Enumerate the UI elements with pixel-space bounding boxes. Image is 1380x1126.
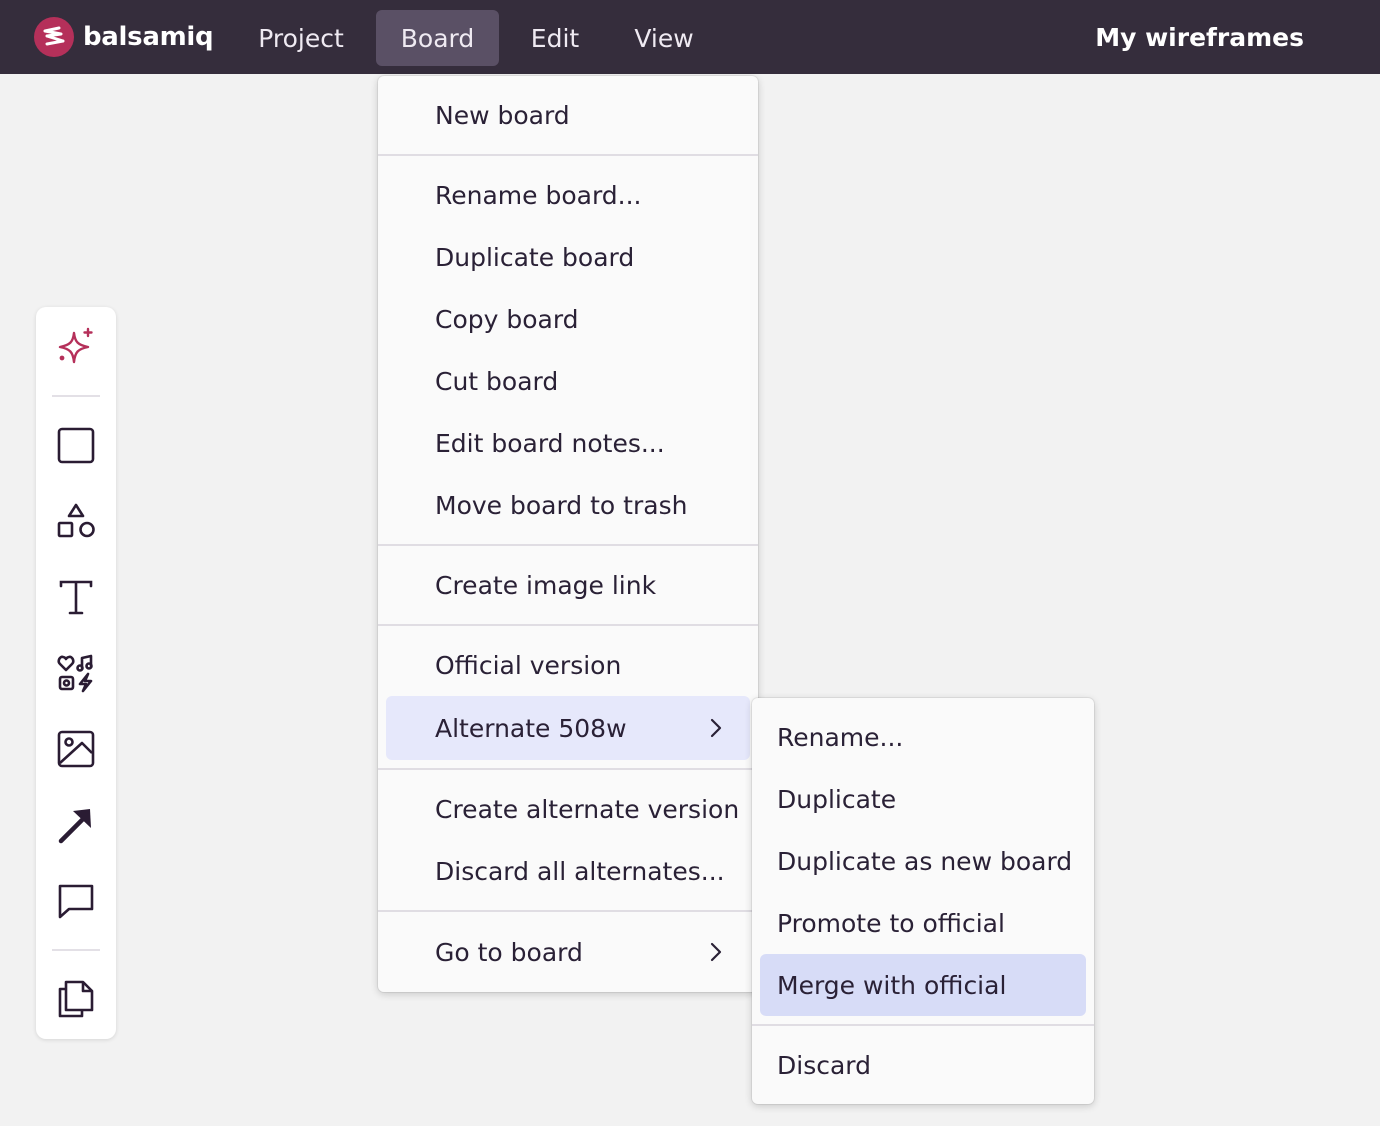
menu-item-cut-board[interactable]: Cut board bbox=[378, 353, 758, 409]
menu-separator bbox=[752, 1024, 1094, 1026]
icons-library-icon[interactable] bbox=[52, 649, 100, 697]
menu-item-move-to-trash[interactable]: Move board to trash bbox=[378, 477, 758, 533]
balsamiq-logo-icon bbox=[34, 17, 74, 57]
brand[interactable]: balsamiq bbox=[34, 17, 214, 57]
menu-item-go-to-board[interactable]: Go to board bbox=[378, 924, 758, 980]
submenu-item-discard[interactable]: Discard bbox=[752, 1037, 1094, 1093]
menu-board[interactable]: Board bbox=[376, 10, 499, 66]
copy-pages-icon[interactable] bbox=[52, 975, 100, 1023]
menu-project[interactable]: Project bbox=[240, 10, 362, 66]
brand-name: balsamiq bbox=[83, 22, 214, 52]
menu-item-duplicate-board[interactable]: Duplicate board bbox=[378, 229, 758, 285]
submenu-item-merge-with-official[interactable]: Merge with official bbox=[760, 954, 1086, 1016]
chevron-right-icon bbox=[710, 942, 722, 962]
submenu-item-duplicate-as-new-board[interactable]: Duplicate as new board bbox=[752, 833, 1094, 889]
menu-separator bbox=[378, 768, 758, 770]
menu-separator bbox=[378, 544, 758, 546]
menu-separator bbox=[378, 154, 758, 156]
chevron-right-icon bbox=[710, 718, 722, 738]
menu-item-rename-board[interactable]: Rename board... bbox=[378, 167, 758, 223]
menu-item-alternate[interactable]: Alternate 508w bbox=[386, 696, 750, 760]
menu-separator bbox=[378, 910, 758, 912]
top-menu-bar: balsamiq Project Board Edit View My wire… bbox=[0, 0, 1380, 74]
image-icon[interactable] bbox=[52, 725, 100, 773]
submenu-item-rename[interactable]: Rename... bbox=[752, 709, 1094, 765]
menu-view[interactable]: View bbox=[612, 10, 716, 66]
my-wireframes-link[interactable]: My wireframes bbox=[1095, 17, 1304, 57]
menu-item-edit-board-notes[interactable]: Edit board notes... bbox=[378, 415, 758, 471]
submenu-item-promote-to-official[interactable]: Promote to official bbox=[752, 895, 1094, 951]
toolbar-separator bbox=[52, 949, 100, 951]
arrow-icon[interactable] bbox=[52, 801, 100, 849]
rectangle-icon[interactable] bbox=[52, 421, 100, 469]
menu-item-create-image-link[interactable]: Create image link bbox=[378, 557, 758, 613]
toolbar-separator bbox=[52, 395, 100, 397]
board-menu: New board Rename board... Duplicate boar… bbox=[378, 76, 758, 992]
text-icon[interactable] bbox=[52, 573, 100, 621]
submenu-item-duplicate[interactable]: Duplicate bbox=[752, 771, 1094, 827]
menu-item-discard-alternates[interactable]: Discard all alternates... bbox=[378, 843, 758, 899]
left-toolbar bbox=[36, 307, 116, 1039]
menu-separator bbox=[378, 624, 758, 626]
comment-icon[interactable] bbox=[52, 877, 100, 925]
shapes-icon[interactable] bbox=[52, 497, 100, 545]
menu-item-new-board[interactable]: New board bbox=[378, 87, 758, 143]
menu-item-copy-board[interactable]: Copy board bbox=[378, 291, 758, 347]
sparkle-icon[interactable] bbox=[52, 323, 100, 371]
menu-item-create-alternate[interactable]: Create alternate version bbox=[378, 781, 758, 837]
alternate-submenu: Rename... Duplicate Duplicate as new boa… bbox=[752, 698, 1094, 1104]
menu-edit[interactable]: Edit bbox=[510, 10, 600, 66]
menu-item-official-version[interactable]: Official version bbox=[378, 637, 758, 693]
